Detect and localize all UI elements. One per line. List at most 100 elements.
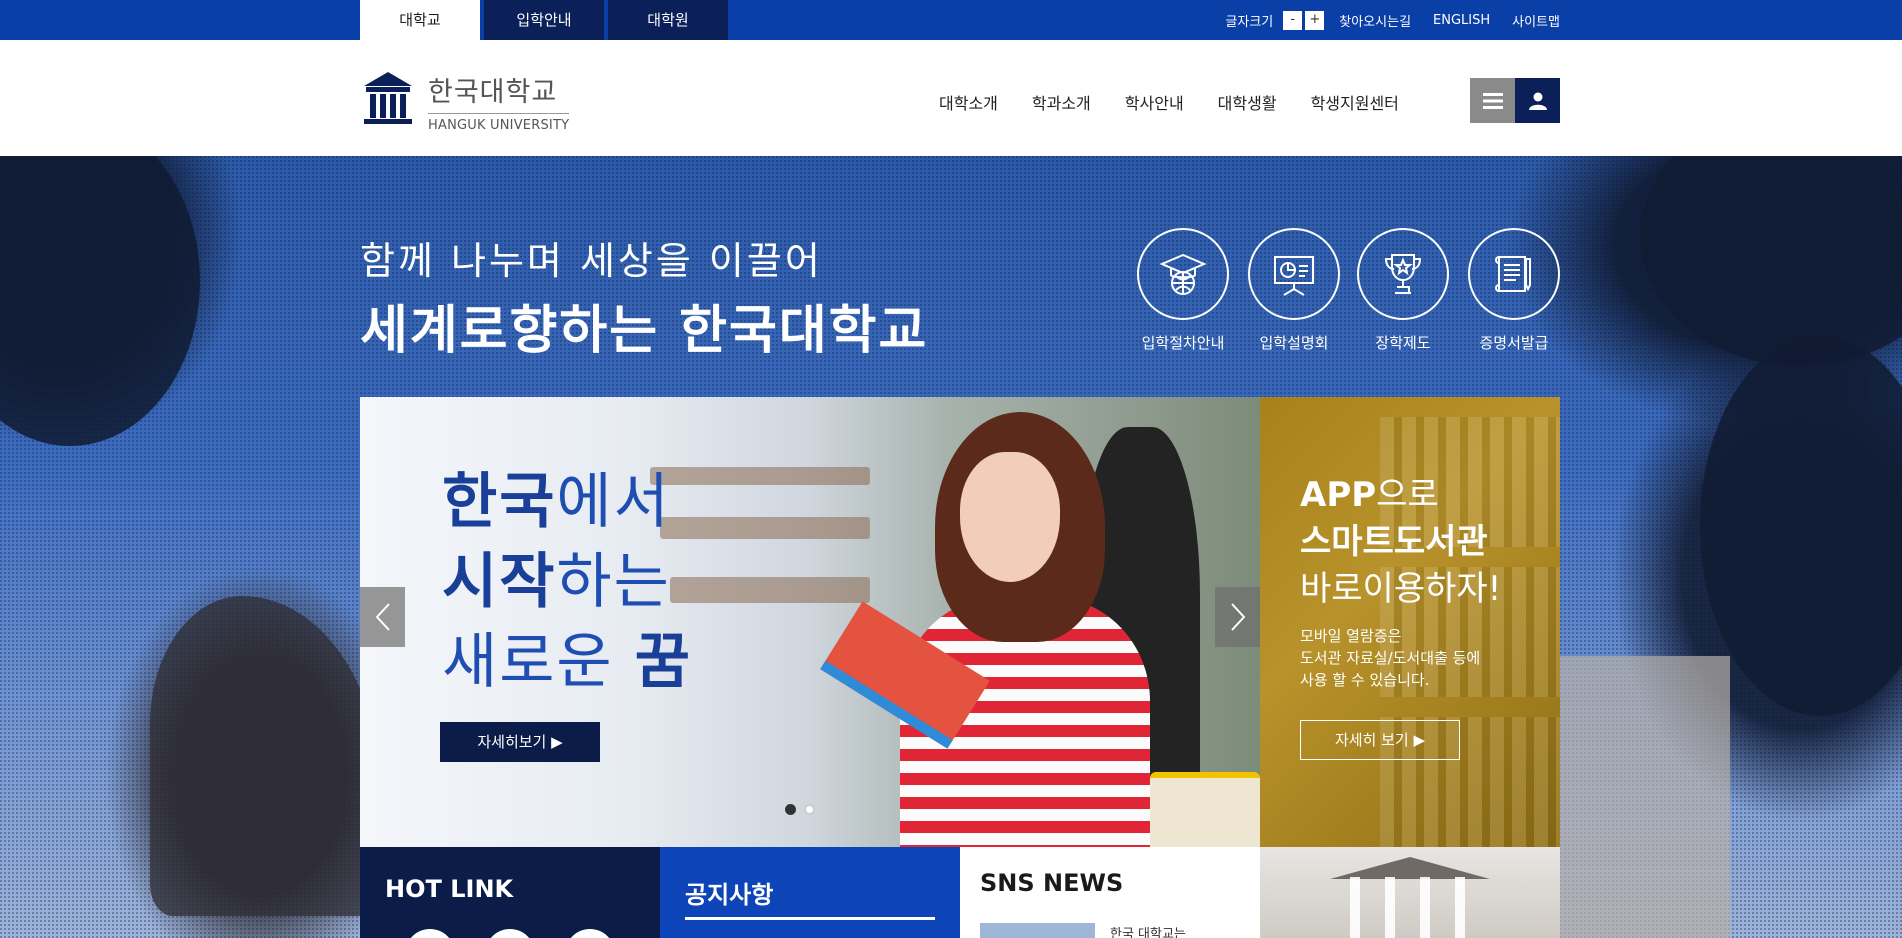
app-word: 으로 [1376, 475, 1439, 515]
app-description: 모바일 열람증은 도서관 자료실/도서대출 등에 사용 할 수 있습니다. [1300, 625, 1480, 691]
nav-about[interactable]: 대학소개 [939, 90, 998, 114]
quick-link-info-session[interactable]: 입학설명회 [1248, 228, 1340, 353]
statue-silhouette [150, 596, 380, 916]
logo[interactable]: 한국대학교 HANGUK UNIVERSITY [360, 70, 570, 133]
top-tabs: 대학교 입학안내 대학원 [360, 0, 732, 40]
app-word: APP [1300, 475, 1377, 515]
directions-link[interactable]: 찾아오시는길 [1339, 11, 1411, 30]
building-silhouette [1560, 656, 1730, 938]
graduation-globe-icon [1159, 253, 1207, 295]
quick-link-label: 증명서발급 [1479, 334, 1549, 352]
tree-silhouette [1640, 156, 1902, 366]
hot-link-panel: HOT LINK [360, 847, 660, 938]
main-navigation: 대학소개 학과소개 학사안내 대학생활 학생지원센터 [939, 90, 1399, 114]
main-slider: 한국에서 시작하는 새로운 꿈 자세히보기 ▶ [360, 397, 1260, 847]
app-desc-line: 사용 할 수 있습니다. [1300, 671, 1430, 689]
all-menu-button[interactable] [1470, 78, 1515, 123]
student-illustration [960, 452, 1060, 582]
tab-graduate[interactable]: 대학원 [608, 0, 728, 40]
font-increase-button[interactable]: + [1305, 10, 1325, 30]
hero-title: 세계로향하는 한국대학교 [360, 301, 929, 361]
campus-photo-panel [1260, 847, 1560, 938]
slider-prev-button[interactable] [360, 587, 405, 647]
chevron-right-icon [1230, 603, 1245, 631]
app-desc-line: 모바일 열람증은 [1300, 627, 1402, 645]
sns-news-title[interactable]: SNS NEWS [980, 869, 1123, 897]
building-pillar [1350, 877, 1360, 938]
notice-divider [685, 917, 935, 920]
slide-word: 시작 [442, 547, 557, 617]
app-headline-3: 바로이용하자! [1300, 569, 1502, 609]
hot-link-title: HOT LINK [385, 875, 514, 903]
nav-campus-life[interactable]: 대학생활 [1218, 90, 1277, 114]
app-detail-button[interactable]: 자세히 보기 ▶ [1300, 720, 1460, 760]
tree-silhouette [1700, 336, 1902, 716]
quick-link-admission-process[interactable]: 입학절차안내 [1137, 228, 1229, 353]
slide-headline: 한국에서 시작하는 새로운 꿈 [442, 462, 692, 702]
chevron-left-icon [375, 603, 390, 631]
slide-word: 하는 [556, 547, 671, 617]
quick-link-circle [1137, 228, 1229, 320]
notice-title[interactable]: 공지사항 [685, 875, 773, 910]
slide-word: 새로운 [442, 627, 635, 697]
nav-academics[interactable]: 학사안내 [1125, 90, 1184, 114]
logo-english-name: HANGUK UNIVERSITY [428, 118, 570, 133]
tab-admission[interactable]: 입학안내 [484, 0, 604, 40]
hot-link-item[interactable] [485, 929, 535, 938]
slide-word: 한국 [442, 467, 557, 537]
nav-departments[interactable]: 학과소개 [1032, 90, 1091, 114]
building-pillar [1420, 877, 1430, 938]
presentation-board-icon [1274, 256, 1314, 296]
building-pillar [1455, 877, 1465, 938]
font-size-label: 글자크기 [1225, 14, 1274, 30]
font-size-controls: - + [1283, 10, 1327, 30]
slider-pagination [785, 804, 823, 815]
slider-dot[interactable] [785, 804, 796, 815]
app-desc-line: 도서관 자료실/도서대출 등에 [1300, 649, 1481, 667]
sns-thumbnail[interactable] [980, 923, 1095, 938]
certificate-scroll-icon [1495, 256, 1531, 292]
quick-link-circle [1248, 228, 1340, 320]
quick-link-scholarship[interactable]: 장학제도 [1357, 228, 1449, 353]
logo-korean-name: 한국대학교 [428, 70, 570, 114]
hot-link-item[interactable] [405, 929, 455, 938]
building-pillar [1385, 877, 1395, 938]
quick-link-circle [1468, 228, 1560, 320]
utility-links: 글자크기 - + 찾아오시는길 ENGLISH 사이트맵 [1225, 0, 1560, 40]
hero-subtitle: 함께 나누며 세상을 이끌어 [360, 239, 823, 283]
logo-text: 한국대학교 HANGUK UNIVERSITY [428, 70, 570, 133]
tree-silhouette [0, 156, 200, 446]
tab-university[interactable]: 대학교 [360, 0, 480, 40]
quick-link-certificate[interactable]: 증명서발급 [1468, 228, 1560, 353]
quick-link-label: 입학절차안내 [1141, 334, 1225, 352]
hamburger-icon [1482, 92, 1503, 109]
header: 한국대학교 HANGUK UNIVERSITY 대학소개 학과소개 학사안내 대… [0, 40, 1902, 156]
font-decrease-button[interactable]: - [1283, 10, 1303, 30]
sns-item-text[interactable]: 한국 대학교는 [1110, 923, 1186, 938]
nav-student-support[interactable]: 학생지원센터 [1311, 90, 1399, 114]
hot-link-item[interactable] [565, 929, 615, 938]
bench-illustration [670, 577, 870, 603]
sns-news-panel: SNS NEWS 한국 대학교는 [960, 847, 1260, 938]
building-roof-illustration [1330, 857, 1490, 879]
slide-word: 에서 [556, 467, 671, 537]
user-icon [1528, 92, 1547, 110]
login-button[interactable] [1515, 78, 1560, 123]
trophy-icon [1384, 254, 1422, 294]
top-utility-bar: 대학교 입학안내 대학원 글자크기 - + 찾아오시는길 ENGLISH 사이트… [0, 0, 1902, 40]
app-headline-2: 스마트도서관 [1300, 522, 1488, 562]
bag-illustration [1150, 772, 1260, 847]
slide-detail-button[interactable]: 자세히보기 ▶ [440, 722, 600, 762]
slider-dot[interactable] [804, 804, 815, 815]
quick-link-circle [1357, 228, 1449, 320]
sitemap-link[interactable]: 사이트맵 [1512, 11, 1560, 30]
slide-word: 꿈 [634, 627, 692, 697]
smart-library-panel: APP으로 스마트도서관 바로이용하자! 모바일 열람증은 도서관 자료실/도서… [1260, 397, 1560, 847]
app-headline-1: APP으로 [1300, 467, 1439, 516]
quick-link-label: 입학설명회 [1259, 334, 1329, 352]
english-link[interactable]: ENGLISH [1433, 13, 1490, 28]
notice-panel: 공지사항 [660, 847, 960, 938]
slider-next-button[interactable] [1215, 587, 1260, 647]
university-building-icon [364, 72, 412, 124]
quick-link-label: 장학제도 [1375, 334, 1431, 352]
